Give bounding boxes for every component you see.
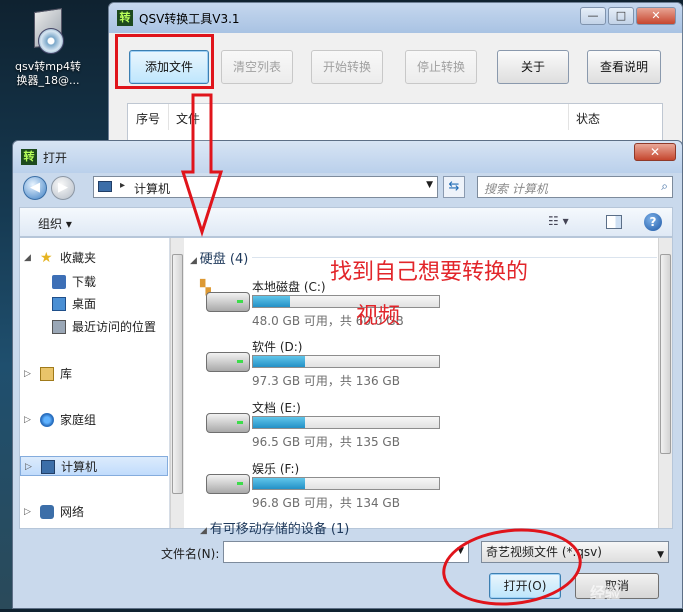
annotation-text-line2: 视频	[356, 304, 401, 329]
watermark: 经验	[590, 584, 621, 602]
annotation-overlay	[180, 93, 224, 237]
annotation-text-line1: 找到自己想要转换的	[330, 260, 529, 285]
annotation-arrow-icon	[180, 93, 224, 237]
